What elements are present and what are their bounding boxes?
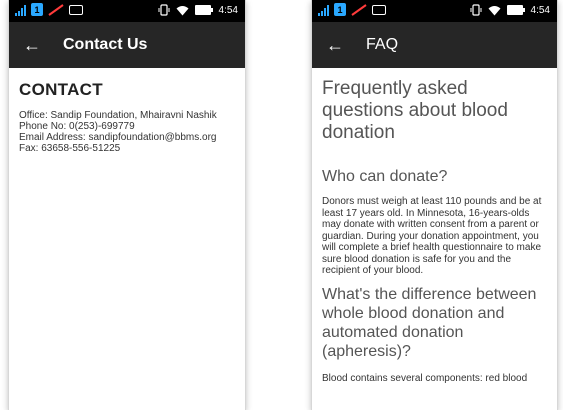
vibrate-icon bbox=[158, 4, 170, 16]
faq-answer-1: Donors must weigh at least 110 pounds an… bbox=[322, 196, 542, 276]
signal-icon bbox=[15, 4, 26, 16]
no-signal-icon bbox=[351, 3, 367, 16]
faq-answer-2: Blood contains several components: red b… bbox=[322, 372, 528, 384]
faq-question-1: Who can donate? bbox=[322, 168, 448, 185]
faq-main-heading: Frequently asked questions about blood d… bbox=[322, 78, 508, 143]
app-bar: ← FAQ bbox=[312, 22, 557, 68]
battery-icon bbox=[194, 5, 213, 15]
wifi-icon bbox=[488, 5, 501, 15]
screen-icon bbox=[69, 4, 83, 15]
sim-badge: 1 bbox=[31, 3, 43, 16]
battery-icon bbox=[506, 5, 525, 15]
contact-content: CONTACT Office: Sandip Foundation, Mhair… bbox=[9, 68, 245, 166]
sim-badge: 1 bbox=[334, 3, 346, 16]
faq-question-2: What's the difference between whole bloo… bbox=[322, 285, 537, 360]
faq-content[interactable]: Frequently asked questions about blood d… bbox=[312, 68, 557, 384]
page-title: Contact Us bbox=[63, 36, 148, 53]
contact-us-screen: 1 4:54 ← Contact Us CONTACT Office: Sand… bbox=[8, 0, 246, 410]
page-title: FAQ bbox=[366, 36, 399, 53]
office-line: Office: Sandip Foundation, Mhairavni Nas… bbox=[19, 110, 217, 121]
faq-screen: 1 4:54 ← FAQ Frequently asked questions … bbox=[311, 0, 558, 410]
email-line: Email Address: sandipfoundation@bbms.org bbox=[19, 132, 217, 143]
vibrate-icon bbox=[470, 4, 482, 16]
contact-heading: CONTACT bbox=[19, 80, 103, 99]
back-arrow-icon[interactable]: ← bbox=[326, 35, 354, 56]
back-arrow-icon[interactable]: ← bbox=[23, 35, 51, 56]
screen-icon bbox=[372, 4, 386, 15]
contact-details: Office: Sandip Foundation, Mhairavni Nas… bbox=[19, 110, 235, 154]
status-time: 4:54 bbox=[530, 4, 550, 16]
fax-line: Fax: 63658-556-51225 bbox=[19, 143, 121, 154]
status-bar: 1 4:54 bbox=[9, 0, 245, 22]
app-bar: ← Contact Us bbox=[9, 22, 245, 68]
signal-icon bbox=[318, 4, 329, 16]
no-signal-icon bbox=[48, 3, 64, 16]
phone-line: Phone No: 0(253)-699779 bbox=[19, 121, 135, 132]
status-time: 4:54 bbox=[218, 4, 238, 16]
status-bar: 1 4:54 bbox=[312, 0, 557, 22]
wifi-icon bbox=[176, 5, 189, 15]
